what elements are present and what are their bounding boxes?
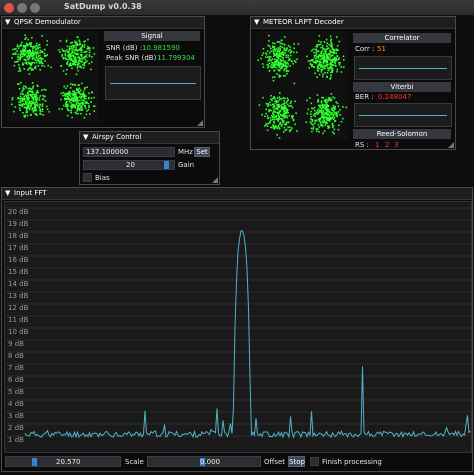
- fft-y-label: 4 dB: [8, 400, 24, 408]
- collapse-triangle-icon[interactable]: ▼: [254, 18, 259, 26]
- resize-grip-icon[interactable]: [212, 177, 218, 183]
- stop-button[interactable]: Stop: [288, 456, 305, 467]
- set-frequency-button[interactable]: Set: [194, 147, 210, 157]
- meteor-window-title: METEOR LRPT Decoder: [263, 18, 344, 26]
- close-window-icon[interactable]: [4, 3, 14, 13]
- fft-y-label: 3 dB: [8, 412, 24, 420]
- ber-history-plot: [354, 103, 452, 127]
- collapse-triangle-icon[interactable]: ▼: [83, 133, 88, 141]
- offset-slider[interactable]: 0.000: [147, 456, 261, 467]
- fft-y-label: 6 dB: [8, 376, 24, 384]
- fft-range-slider[interactable]: 20.570: [5, 456, 121, 467]
- airspy-window-title: Airspy Control: [92, 133, 142, 141]
- collapse-triangle-icon[interactable]: ▼: [5, 18, 10, 26]
- gain-slider-handle[interactable]: [164, 161, 169, 169]
- fft-range-value: 20.570: [56, 458, 81, 466]
- fft-y-label: 1 dB: [8, 436, 24, 444]
- fft-y-label: 15 dB: [8, 268, 29, 276]
- fft-y-label: 20 dB: [8, 208, 29, 216]
- fft-y-label: 18 dB: [8, 232, 29, 240]
- qpsk-window-header[interactable]: ▼ QPSK Demodulator: [2, 17, 204, 29]
- fft-window-header[interactable]: ▼ Input FFT: [2, 188, 472, 200]
- ber-value: 0.248047: [378, 93, 412, 101]
- ber-label: BER :: [355, 93, 374, 101]
- viterbi-section-header: Viterbi: [353, 82, 451, 92]
- rs-marker-2: 3: [394, 141, 399, 149]
- fft-plot-area: 20 dB 19 dB 18 dB 17 dB 16 dB 15 dB 14 dB 13 dB…: [4, 201, 472, 453]
- reed-solomon-section-header: Reed-Solomon: [353, 129, 451, 139]
- fft-y-label: 2 dB: [8, 424, 24, 432]
- correlator-history-plot: [354, 56, 452, 80]
- peak-snr-value: 11.799304: [157, 54, 195, 62]
- fft-y-label: 13 dB: [8, 292, 29, 300]
- snr-label: SNR (dB) :: [106, 44, 143, 52]
- corr-label: Corr :: [355, 45, 375, 53]
- signal-section-header: Signal: [104, 31, 200, 41]
- snr-history-plot: [105, 66, 201, 100]
- fft-y-label: 7 dB: [8, 364, 24, 372]
- corr-value: 51: [377, 45, 386, 53]
- fft-window-title: Input FFT: [14, 189, 47, 197]
- frequency-input[interactable]: 137.100000: [83, 147, 175, 157]
- fft-y-label: 10 dB: [8, 328, 29, 336]
- offset-value: 0.000: [200, 458, 221, 466]
- rs-label: RS :: [355, 141, 369, 149]
- snr-value: 10.981590: [142, 44, 180, 52]
- rs-marker-1: 2: [385, 141, 390, 149]
- fft-y-label: 17 dB: [8, 244, 29, 252]
- fft-y-label: 12 dB: [8, 304, 29, 312]
- gain-slider[interactable]: 20: [83, 160, 175, 170]
- fft-range-slider-handle[interactable]: [32, 458, 37, 466]
- minimize-window-icon[interactable]: [17, 3, 27, 13]
- bias-checkbox[interactable]: [83, 173, 92, 182]
- maximize-window-icon[interactable]: [30, 3, 40, 13]
- finish-processing-label: Finish processing: [322, 458, 382, 466]
- input-fft-window: ▼ Input FFT 20 dB 19 dB 18 dB 17 dB 16 dB 15 …: [1, 187, 473, 472]
- fft-y-label: 9 dB: [8, 340, 24, 348]
- finish-processing-checkbox[interactable]: [310, 457, 319, 466]
- offset-label: Offset: [264, 458, 286, 466]
- collapse-triangle-icon[interactable]: ▼: [5, 189, 10, 197]
- fft-y-label: 16 dB: [8, 256, 29, 264]
- meteor-decoder-window: ▼ METEOR LRPT Decoder Correlator Corr : …: [250, 16, 456, 150]
- rs-marker-0: 1: [375, 141, 380, 149]
- airspy-control-window: ▼ Airspy Control 137.100000 MHz Set 20 G…: [79, 131, 220, 185]
- app-title: SatDump v0.0.38: [64, 2, 142, 11]
- qpsk-window-title: QPSK Demodulator: [14, 18, 81, 26]
- gain-value: 20: [126, 161, 135, 169]
- meteor-window-header[interactable]: ▼ METEOR LRPT Decoder: [251, 17, 455, 29]
- fft-y-label: 14 dB: [8, 280, 29, 288]
- resize-grip-icon[interactable]: [197, 120, 203, 126]
- fft-y-label: 8 dB: [8, 352, 24, 360]
- fft-spectrum-plot: 20 dB 19 dB 18 dB 17 dB 16 dB 15 dB 14 dB 13 dB…: [5, 207, 471, 444]
- peak-snr-label: Peak SNR (dB) :: [106, 54, 161, 62]
- qpsk-demodulator-window: ▼ QPSK Demodulator Signal SNR (dB) : 10.…: [1, 16, 205, 128]
- resize-grip-icon[interactable]: [448, 142, 454, 148]
- fft-y-label: 19 dB: [8, 220, 29, 228]
- airspy-window-header[interactable]: ▼ Airspy Control: [80, 132, 219, 144]
- fft-y-label: 5 dB: [8, 388, 24, 396]
- fft-y-label: 11 dB: [8, 316, 29, 324]
- correlator-section-header: Correlator: [353, 33, 451, 43]
- frequency-unit-label: MHz: [178, 148, 193, 156]
- window-titlebar: SatDump v0.0.38: [0, 0, 474, 16]
- bias-label: Bias: [95, 174, 110, 182]
- meteor-constellation-plot: [256, 31, 348, 141]
- gain-label: Gain: [178, 161, 195, 169]
- scale-label: Scale: [125, 458, 144, 466]
- qpsk-constellation-plot: [7, 31, 99, 123]
